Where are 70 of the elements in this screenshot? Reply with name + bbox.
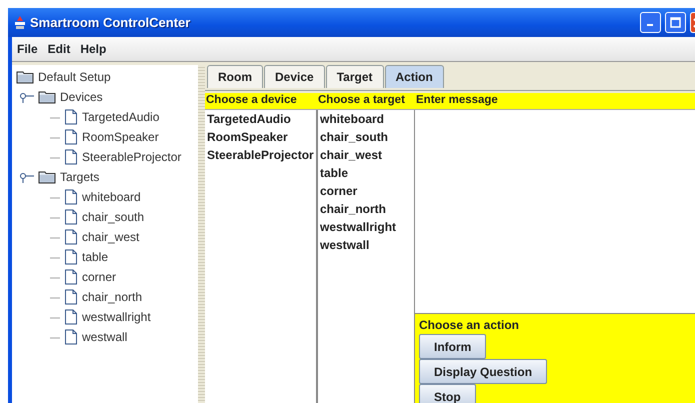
tab[interactable]: Action [384, 65, 444, 88]
tab[interactable]: Target [326, 65, 384, 88]
list-item[interactable]: RoomSpeaker [205, 128, 316, 146]
menu-item[interactable]: File [17, 40, 38, 58]
list-item[interactable]: corner [318, 182, 414, 200]
document-icon [64, 249, 78, 265]
list-item[interactable]: westwallright [318, 218, 414, 236]
menu-item[interactable]: Edit [48, 40, 70, 58]
message-field[interactable] [415, 110, 695, 314]
document-icon [64, 149, 78, 165]
tree-connector-line [50, 216, 60, 219]
tree-connector-line [50, 256, 60, 259]
window-title: Smartroom ControlCenter [30, 14, 192, 32]
tree-connector-line [50, 276, 60, 279]
list-item[interactable]: table [318, 164, 414, 182]
tree-connector-line [50, 196, 60, 199]
column-heading: Choose a target [317, 93, 406, 108]
tree-item[interactable]: westwallright [82, 308, 151, 326]
column-heading: Choose a device [205, 93, 298, 108]
tree-connector-line [50, 296, 60, 299]
folder-icon [16, 70, 34, 84]
list-item[interactable]: westwall [318, 236, 414, 254]
tree-item[interactable]: SteerableProjector [82, 148, 182, 166]
tree-item[interactable]: westwall [82, 328, 128, 346]
tree-item[interactable]: table [82, 248, 108, 266]
maximize-button[interactable] [665, 12, 686, 33]
tree-item[interactable]: whiteboard [82, 188, 141, 206]
document-icon [64, 109, 78, 125]
list-item[interactable]: SteerableProjector [205, 146, 316, 164]
tree-item[interactable]: RoomSpeaker [82, 128, 159, 146]
tab[interactable]: Device [264, 65, 325, 88]
tree-item[interactable]: chair_west [82, 228, 140, 246]
splitter-handle[interactable] [198, 65, 205, 403]
document-icon [64, 329, 78, 345]
tree-item[interactable]: TargetedAudio [82, 108, 160, 126]
document-icon [64, 189, 78, 205]
tree-connector-line [50, 316, 60, 319]
tree-connector-line [50, 236, 60, 239]
list-item[interactable]: chair_south [318, 128, 414, 146]
column-heading: Enter message [415, 93, 498, 108]
minimize-button[interactable] [640, 12, 661, 33]
section-heading: Choose an action [419, 317, 520, 334]
menu-item[interactable]: Help [80, 40, 106, 58]
list-item[interactable]: chair_north [318, 200, 414, 218]
action-button[interactable]: Inform [419, 334, 486, 359]
tree-item[interactable]: Targets [60, 168, 100, 186]
document-icon [64, 129, 78, 145]
tree-item[interactable]: Devices [60, 88, 103, 106]
tree-item[interactable]: chair_south [82, 208, 144, 226]
document-icon [64, 309, 78, 325]
action-button[interactable]: Display Question [419, 359, 548, 384]
tree-item[interactable]: chair_north [82, 288, 142, 306]
folder-icon [38, 90, 56, 104]
folder-icon [38, 170, 56, 184]
document-icon [64, 209, 78, 225]
document-icon [64, 289, 78, 305]
tree-connector-line [50, 336, 60, 339]
tree-item[interactable]: Default Setup [38, 68, 111, 86]
list-item[interactable]: TargetedAudio [205, 110, 316, 128]
tree-connector-line [50, 156, 60, 159]
document-icon [64, 269, 78, 285]
document-icon [64, 229, 78, 245]
maximize-icon [670, 17, 681, 28]
tree-item[interactable]: corner [82, 268, 116, 286]
tree-connector-line [50, 116, 60, 119]
list-item[interactable]: chair_west [318, 146, 414, 164]
tree-connector-line [50, 136, 60, 139]
list-item[interactable]: whiteboard [318, 110, 414, 128]
app-logo-icon [14, 14, 26, 30]
tab[interactable]: Room [207, 65, 263, 88]
